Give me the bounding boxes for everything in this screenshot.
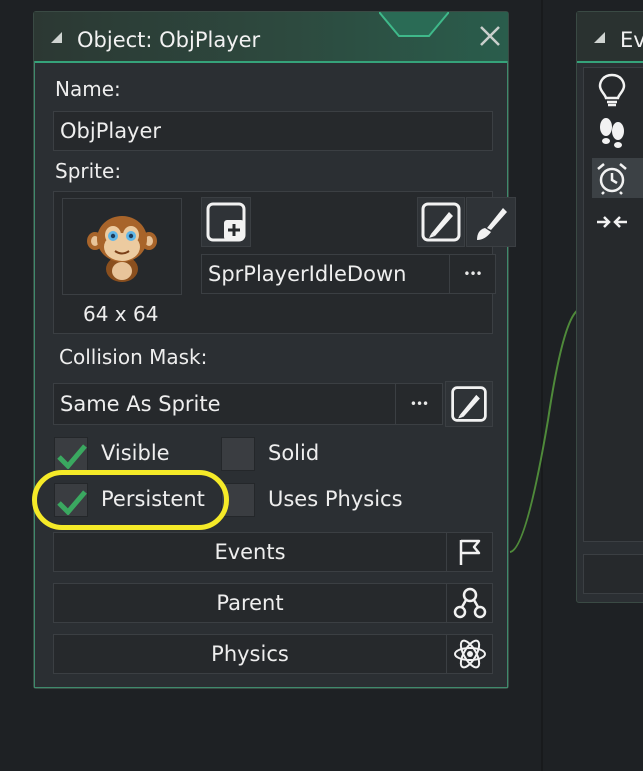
new-sprite-button[interactable]	[201, 197, 251, 247]
collision-arrows-icon	[592, 202, 632, 242]
edit-collision-mask-button[interactable]	[445, 381, 493, 427]
object-window-body: Name: ObjPlayer Sprite: 64 x 64 SprPlaye…	[34, 61, 516, 688]
brush-button[interactable]	[466, 197, 516, 247]
name-label: Name:	[55, 77, 121, 101]
event-item-step[interactable]: S	[592, 114, 643, 154]
footsteps-icon	[592, 114, 632, 154]
alarm-clock-icon	[592, 158, 632, 198]
sprite-label: Sprite:	[55, 159, 122, 183]
visible-label: Visible	[101, 441, 170, 465]
titlebar-notch	[379, 12, 449, 37]
checkmark-icon	[57, 444, 87, 469]
sprite-browse-button[interactable]: •••	[449, 254, 496, 294]
edit-sprite-button[interactable]	[417, 197, 465, 247]
physics-icon-button[interactable]	[446, 634, 493, 674]
window-title: Object: ObjPlayer	[77, 28, 261, 52]
close-icon[interactable]	[477, 24, 503, 50]
events-list: C S A	[583, 67, 643, 542]
sprite-name-field[interactable]: SprPlayerIdleDown	[201, 254, 450, 294]
solid-label: Solid	[268, 441, 320, 465]
collapse-triangle-icon[interactable]	[51, 32, 62, 43]
physics-button[interactable]: Physics	[53, 634, 447, 674]
monkey-sprite-icon	[87, 216, 157, 282]
solid-checkbox[interactable]	[221, 437, 255, 471]
visible-checkbox[interactable]	[54, 437, 88, 471]
connection-line	[509, 309, 579, 553]
event-item-alarm[interactable]: A	[592, 158, 643, 198]
lightbulb-icon	[592, 70, 632, 110]
new-sprite-icon	[206, 202, 246, 242]
sprite-preview[interactable]	[62, 198, 182, 295]
event-item-collision[interactable]	[592, 202, 643, 242]
collapse-triangle-icon[interactable]	[594, 32, 605, 43]
name-input[interactable]: ObjPlayer	[53, 111, 493, 151]
flag-icon	[459, 539, 480, 565]
add-event-button[interactable]	[583, 554, 643, 594]
events-window: Ev C S A	[576, 11, 643, 603]
parent-icon-button[interactable]	[446, 583, 493, 623]
collision-mask-browse-button[interactable]: •••	[395, 383, 443, 425]
parent-button[interactable]: Parent	[53, 583, 447, 623]
sprite-size: 64 x 64	[83, 302, 159, 326]
object-window-titlebar[interactable]: Object: ObjPlayer	[34, 12, 508, 63]
edit-mask-icon	[451, 386, 487, 422]
edit-sprite-icon	[421, 202, 461, 242]
paintbrush-icon	[477, 208, 507, 240]
events-button[interactable]: Events	[53, 532, 447, 572]
events-window-title: Ev	[620, 28, 643, 52]
events-window-titlebar[interactable]: Ev	[577, 12, 643, 63]
sprite-panel: 64 x 64 SprPlayerIdleDown •••	[53, 191, 516, 334]
collision-mask-field[interactable]: Same As Sprite	[53, 383, 396, 425]
persistent-highlight	[32, 470, 229, 530]
events-icon-button[interactable]	[446, 532, 493, 572]
collision-mask-label: Collision Mask:	[59, 345, 208, 369]
object-window: Object: ObjPlayer Name: ObjPlayer Sprite…	[33, 11, 516, 689]
hierarchy-icon	[453, 587, 486, 619]
event-item-create[interactable]: C	[592, 70, 643, 110]
atom-icon	[453, 639, 486, 669]
uses-physics-label: Uses Physics	[268, 487, 403, 511]
